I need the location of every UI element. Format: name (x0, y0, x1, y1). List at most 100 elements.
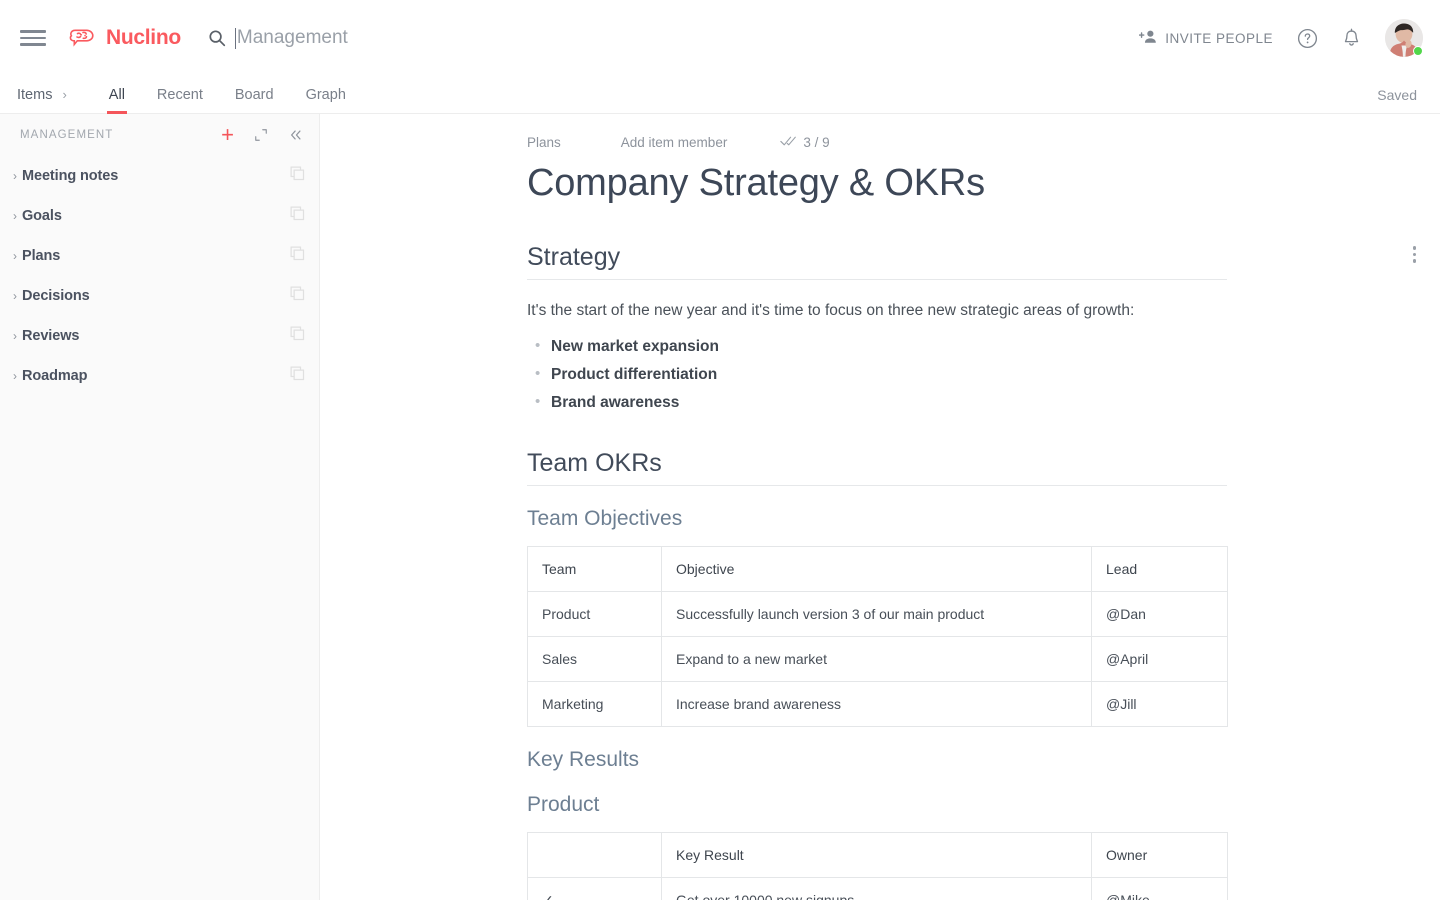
sidebar-item-label: Plans (22, 248, 60, 264)
section-heading-team-okrs: Team OKRs (527, 449, 1227, 486)
tab-board[interactable]: Board (219, 76, 290, 114)
column-header-status (528, 832, 662, 877)
duplicate-icon[interactable] (290, 366, 305, 386)
invite-people-label: INVITE PEOPLE (1165, 31, 1273, 46)
team-objectives-table: Team Objective Lead Product Successfully… (527, 546, 1228, 727)
column-header-objective: Objective (662, 546, 1092, 591)
sidebar-item-decisions[interactable]: › Decisions (0, 276, 319, 316)
search-box[interactable] (208, 27, 537, 49)
column-header-owner: Owner (1092, 832, 1228, 877)
list-item: Product differentiation (527, 366, 1227, 384)
strategy-intro: It's the start of the new year and it's … (527, 299, 1227, 322)
task-progress-label: 3 / 9 (803, 135, 829, 150)
cell-checkmark[interactable]: ✓ (528, 877, 662, 900)
tab-bar: Items › All Recent Board Graph Saved (0, 76, 1440, 114)
sidebar-item-roadmap[interactable]: › Roadmap (0, 356, 319, 396)
column-header-team: Team (528, 546, 662, 591)
plus-icon[interactable]: + (221, 124, 234, 146)
help-circle-icon[interactable] (1297, 28, 1318, 49)
expand-icon[interactable] (254, 128, 268, 142)
tab-graph[interactable]: Graph (290, 76, 362, 114)
tab-board-label: Board (235, 87, 274, 103)
cell-team: Marketing (528, 681, 662, 726)
cell-team: Product (528, 591, 662, 636)
chevron-right-icon[interactable]: › (8, 329, 22, 343)
tab-all[interactable]: All (93, 76, 141, 114)
chevron-right-icon[interactable]: › (8, 369, 22, 383)
more-vertical-icon[interactable] (1409, 242, 1421, 267)
cell-lead-mention[interactable]: @April (1092, 636, 1228, 681)
sidebar-header: MANAGEMENT + (0, 114, 319, 156)
strategy-bullet-list: New market expansion Product differentia… (527, 338, 1227, 412)
tab-recent[interactable]: Recent (141, 76, 219, 114)
logo-wordmark: Nuclino (106, 26, 181, 50)
duplicate-icon[interactable] (290, 286, 305, 306)
duplicate-icon[interactable] (290, 326, 305, 346)
sidebar-item-label: Roadmap (22, 368, 87, 384)
subsection-heading-product: Product (527, 793, 1227, 817)
sidebar-title: MANAGEMENT (20, 129, 113, 141)
breadcrumb[interactable]: Plans (527, 135, 561, 150)
tab-recent-label: Recent (157, 87, 203, 103)
table-row: Sales Expand to a new market @April (528, 636, 1228, 681)
document-pane: Plans Add item member 3 / 9 Company Stra… (320, 114, 1440, 900)
brain-speech-bubble-icon (69, 26, 99, 50)
chevron-right-icon[interactable]: › (8, 209, 22, 223)
chevron-right-icon[interactable]: › (8, 169, 22, 183)
chevron-right-icon[interactable]: › (8, 289, 22, 303)
column-header-key-result: Key Result (662, 832, 1092, 877)
sidebar: MANAGEMENT + › Meeting notes (0, 114, 320, 900)
table-header-row: Key Result Owner (528, 832, 1228, 877)
sidebar-item-plans[interactable]: › Plans (0, 236, 319, 276)
task-progress[interactable]: 3 / 9 (780, 135, 829, 150)
sidebar-item-goals[interactable]: › Goals (0, 196, 319, 236)
tab-graph-label: Graph (306, 87, 346, 103)
sidebar-item-meeting-notes[interactable]: › Meeting notes (0, 156, 319, 196)
cell-objective: Successfully launch version 3 of our mai… (662, 591, 1092, 636)
online-status-indicator (1413, 46, 1423, 56)
document-content: Plans Add item member 3 / 9 Company Stra… (527, 114, 1227, 900)
search-caret (235, 28, 236, 49)
sidebar-item-label: Goals (22, 208, 62, 224)
cell-lead-mention[interactable]: @Dan (1092, 591, 1228, 636)
top-bar-actions: INVITE PEOPLE (1139, 19, 1423, 57)
cell-owner-mention[interactable]: @Mike (1092, 877, 1228, 900)
sidebar-item-label: Decisions (22, 288, 90, 304)
sidebar-item-label: Meeting notes (22, 168, 118, 184)
column-header-lead: Lead (1092, 546, 1228, 591)
table-row: Marketing Increase brand awareness @Jill (528, 681, 1228, 726)
duplicate-icon[interactable] (290, 206, 305, 226)
sidebar-item-reviews[interactable]: › Reviews (0, 316, 319, 356)
search-input[interactable] (237, 27, 537, 49)
table-header-row: Team Objective Lead (528, 546, 1228, 591)
nuclino-logo[interactable]: Nuclino (69, 26, 181, 50)
top-bar: Nuclino INVITE PEOPLE (0, 0, 1440, 76)
list-item: New market expansion (527, 338, 1227, 356)
bell-icon[interactable] (1342, 28, 1361, 49)
duplicate-icon[interactable] (290, 166, 305, 186)
key-results-table: Key Result Owner ✓ Get over 10000 new si… (527, 832, 1228, 900)
cell-objective: Increase brand awareness (662, 681, 1092, 726)
add-item-member-button[interactable]: Add item member (621, 135, 728, 150)
hamburger-icon[interactable] (20, 25, 46, 51)
cell-lead-mention[interactable]: @Jill (1092, 681, 1228, 726)
list-item: Brand awareness (527, 394, 1227, 412)
sidebar-header-actions: + (221, 124, 304, 146)
cell-team: Sales (528, 636, 662, 681)
collapse-left-icon[interactable] (288, 128, 304, 142)
items-breadcrumb[interactable]: Items › (17, 87, 67, 103)
save-status: Saved (1377, 87, 1417, 103)
chevron-right-icon[interactable]: › (8, 249, 22, 263)
subsection-heading-team-objectives: Team Objectives (527, 507, 1227, 531)
duplicate-icon[interactable] (290, 246, 305, 266)
sidebar-item-label: Reviews (22, 328, 79, 344)
cell-objective: Expand to a new market (662, 636, 1092, 681)
add-person-icon (1139, 29, 1158, 47)
table-row: Product Successfully launch version 3 of… (528, 591, 1228, 636)
table-row: ✓ Get over 10000 new signups @Mike (528, 877, 1228, 900)
page-title: Company Strategy & OKRs (527, 162, 1227, 206)
invite-people-button[interactable]: INVITE PEOPLE (1139, 29, 1273, 47)
search-icon (208, 29, 226, 47)
items-label: Items (17, 87, 52, 103)
avatar[interactable] (1385, 19, 1423, 57)
